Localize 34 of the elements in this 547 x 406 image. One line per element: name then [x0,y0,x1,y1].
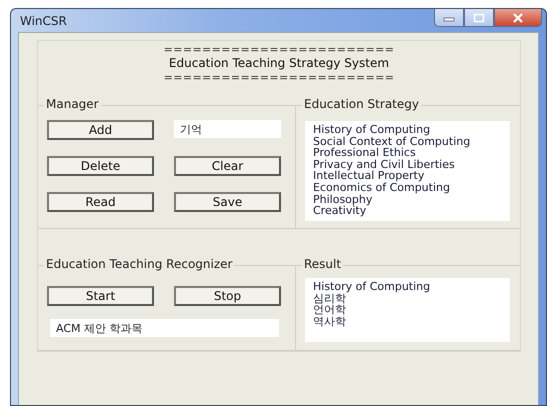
group-title: Result [302,257,344,271]
list-item[interactable]: Privacy and Civil Liberties [313,158,510,170]
maximize-button[interactable] [464,9,494,27]
separator-text: ======================== [164,43,394,56]
list-item[interactable]: 심리학 [313,292,510,304]
group-title: Education Strategy [302,97,421,111]
input-field[interactable]: 기억 [174,120,281,138]
list-item[interactable]: History of Computing [313,281,510,293]
start-button[interactable]: Start [47,286,154,306]
minimize-button[interactable] [434,9,464,27]
close-button[interactable] [494,9,542,27]
list-item[interactable]: 언어학 [313,304,510,316]
list-item[interactable]: Economics of Computing [313,182,510,194]
maximize-icon [473,12,485,22]
stop-button[interactable]: Stop [174,286,281,306]
app-title: Education Teaching Strategy System [168,56,390,71]
list-item[interactable]: Philosophy [313,194,510,206]
list-item[interactable]: Professional Ethics [313,147,510,159]
delete-button[interactable]: Delete [47,156,154,176]
add-button[interactable]: Add [47,120,154,140]
list-item[interactable]: 역사학 [313,316,510,328]
list-item[interactable]: Intellectual Property [313,170,510,182]
list-item[interactable]: History of Computing [313,124,510,136]
group-title: Education Teaching Recognizer [44,257,234,271]
list-item[interactable]: Social Context of Computing [313,136,510,148]
input-field[interactable]: ACM 제안 학과목 [50,319,279,337]
read-button[interactable]: Read [47,192,154,212]
separator-text: ======================== [164,71,394,84]
list-item[interactable]: Creativity [313,205,510,217]
window-title: WinCSR [19,14,67,28]
save-button[interactable]: Save [174,192,281,212]
clear-button[interactable]: Clear [174,156,281,176]
close-icon [512,12,524,22]
group-title: Manager [44,97,101,111]
